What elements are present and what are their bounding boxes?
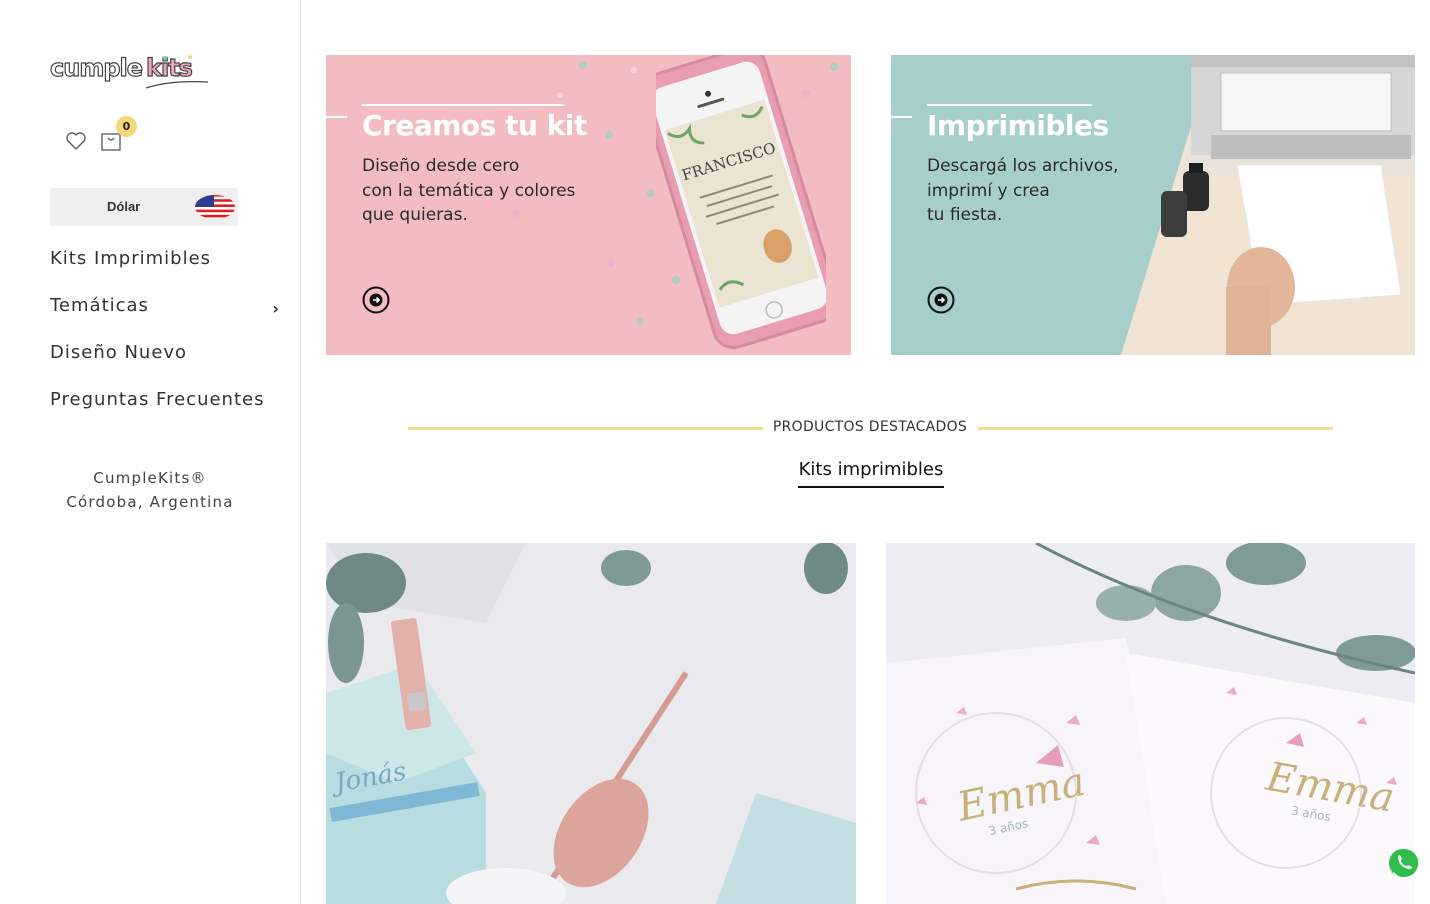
svg-text:kits: kits: [146, 54, 193, 82]
nav-item-label: Diseño Nuevo: [50, 342, 188, 363]
sidebar-footer: CumpleKits® Córdoba, Argentina: [0, 466, 300, 514]
nav-item-kits-imprimibles[interactable]: Kits Imprimibles: [50, 246, 280, 293]
banner-creamos-tu-kit[interactable]: Creamos tu kit Diseño desde cero con la …: [326, 55, 851, 355]
banner-desc-line: que quieras.: [362, 205, 468, 225]
banner-description: Descargá los archivos, imprimí y crea tu…: [927, 154, 1118, 228]
banner-title-underline: [362, 104, 564, 106]
arrow-circle-icon[interactable]: [927, 286, 955, 314]
chevron-right-icon[interactable]: ›: [272, 296, 280, 322]
banner-desc-line: Descargá los archivos,: [927, 156, 1119, 176]
banner-imprimibles[interactable]: Imprimibles Descargá los archivos, impri…: [891, 55, 1415, 355]
banner-title: Imprimibles: [927, 109, 1109, 142]
cart-count-badge: 0: [116, 116, 137, 137]
banner-title-underline: [927, 104, 1092, 106]
banner-desc-line: Diseño desde cero: [362, 156, 520, 176]
nav-item-preguntas-frecuentes[interactable]: Preguntas Frecuentes: [50, 387, 280, 434]
product-card[interactable]: Emma 3 años Emma 3 años: [886, 543, 1415, 904]
banner-title: Creamos tu kit: [362, 109, 587, 142]
banner-desc-line: imprimí y crea: [927, 180, 1050, 201]
printer-illustration: [1121, 55, 1415, 355]
us-flag-icon: [195, 195, 235, 219]
main-nav: Kits Imprimibles Temáticas › Diseño Nuev…: [50, 246, 280, 434]
nav-item-tematicas[interactable]: Temáticas ›: [50, 293, 280, 340]
site-logo[interactable]: cumple kits: [50, 52, 215, 92]
currency-selector[interactable]: Dólar: [50, 188, 238, 226]
whatsapp-icon[interactable]: [1386, 845, 1422, 881]
svg-text:cumple: cumple: [50, 54, 143, 82]
nav-item-label: Temáticas: [50, 295, 149, 316]
footer-brand: CumpleKits®: [93, 469, 207, 487]
product-image: Emma 3 años Emma 3 años: [886, 543, 1415, 904]
section-divider-right: [978, 427, 1333, 430]
nav-item-diseno-nuevo[interactable]: Diseño Nuevo: [50, 340, 280, 387]
banner-desc-line: con la temática y colores: [362, 180, 576, 201]
currency-label: Dólar: [107, 199, 141, 214]
nav-item-label: Kits Imprimibles: [50, 248, 212, 269]
footer-location: Córdoba, Argentina: [66, 493, 234, 511]
phone-invitation-illustration: FRANCISCO: [656, 55, 826, 350]
tab-kits-imprimibles[interactable]: Kits imprimibles: [798, 459, 944, 488]
sidebar: cumple kits 0 Dólar Kits Imprimibles Tem…: [0, 0, 301, 904]
product-card[interactable]: Jonás: [326, 543, 856, 904]
product-image: Jonás: [326, 543, 856, 904]
banner-accent-line: [326, 116, 347, 118]
banner-desc-line: tu fiesta.: [927, 205, 1003, 225]
heart-icon[interactable]: [64, 129, 88, 153]
nav-item-label: Preguntas Frecuentes: [50, 389, 265, 410]
banner-description: Diseño desde cero con la temática y colo…: [362, 154, 575, 228]
banner-accent-line: [891, 116, 912, 118]
arrow-circle-icon[interactable]: [362, 286, 390, 314]
